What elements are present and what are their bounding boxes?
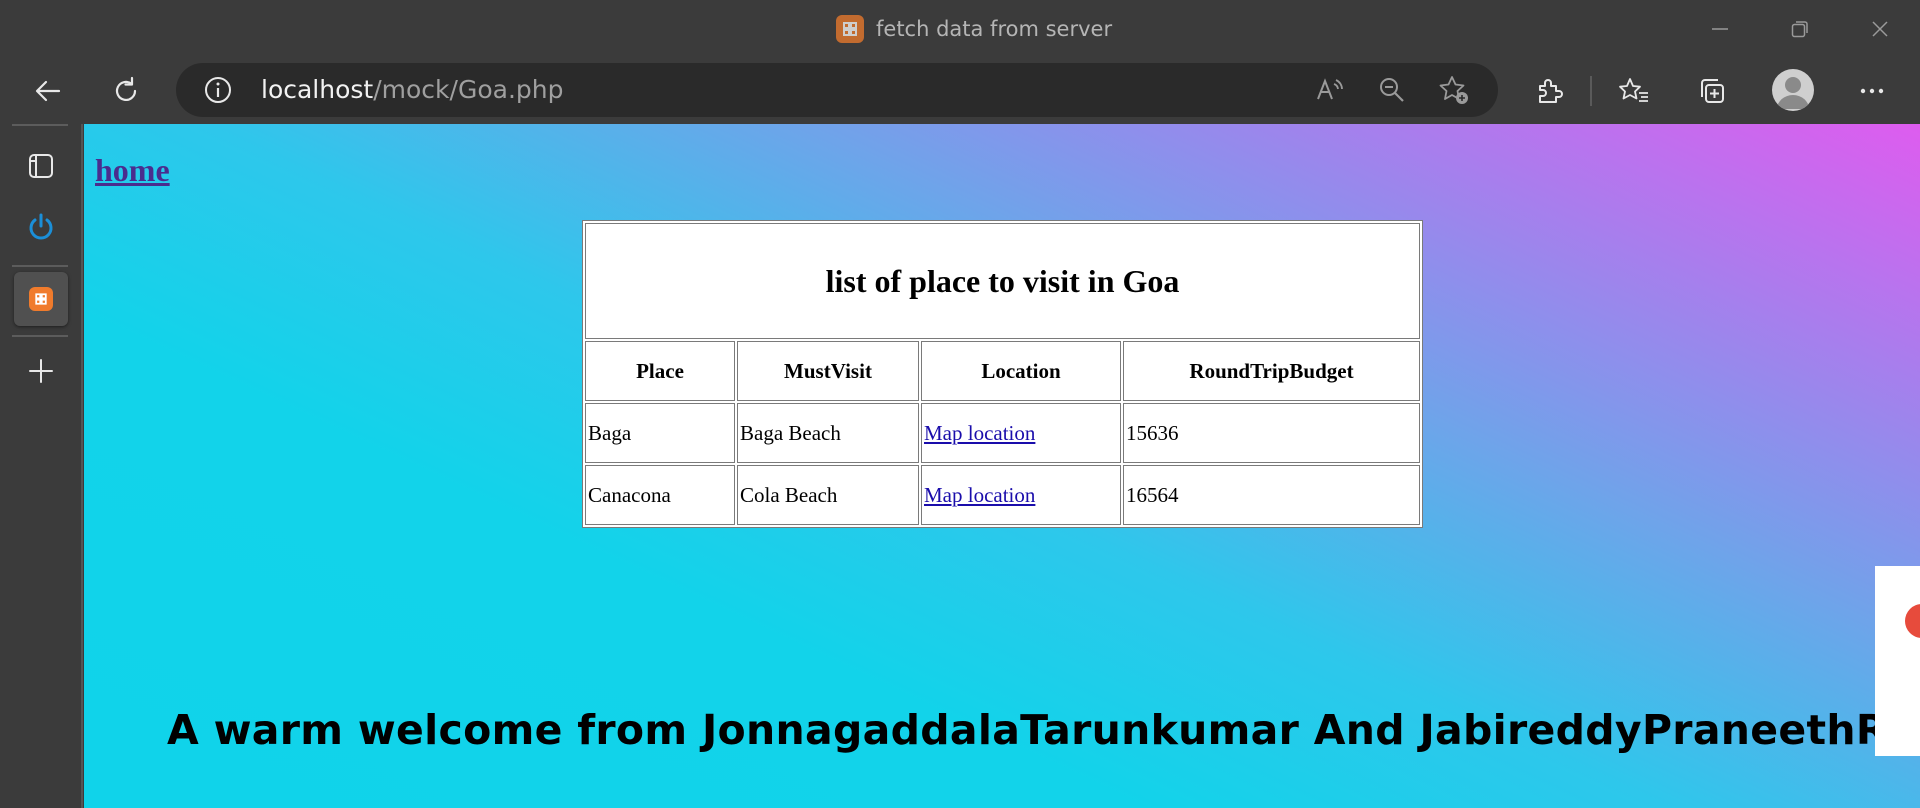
sidebar-divider	[12, 265, 68, 267]
back-button[interactable]	[26, 70, 70, 112]
back-arrow-icon	[35, 80, 61, 102]
zoom-out-icon	[1380, 78, 1404, 102]
collections-icon	[1701, 79, 1724, 103]
table-row: Canacona Cola Beach Map location 16564	[585, 465, 1420, 525]
cell-mustvisit: Baga Beach	[737, 403, 919, 463]
table-row: Baga Baga Beach Map location 15636	[585, 403, 1420, 463]
tab-actions-icon	[29, 154, 53, 178]
url-path: /mock/Goa.php	[373, 75, 564, 104]
address-bar[interactable]: localhost/mock/Goa.php	[176, 63, 1498, 117]
welcome-message: A warm welcome from JonnagaddalaTarunkum…	[167, 706, 1920, 754]
minimize-button[interactable]	[1702, 12, 1738, 46]
tab-power[interactable]	[16, 202, 66, 252]
sidebar-divider-2	[12, 335, 68, 337]
column-header-location: Location	[921, 341, 1121, 401]
url-text[interactable]: localhost/mock/Goa.php	[261, 75, 563, 104]
read-aloud-button[interactable]	[1312, 73, 1348, 107]
window-title-group: fetch data from server	[836, 14, 1112, 44]
cell-location: Map location	[921, 403, 1121, 463]
cell-budget: 15636	[1123, 403, 1420, 463]
tab-actions-button[interactable]	[16, 141, 66, 191]
map-location-link[interactable]: Map location	[924, 421, 1035, 445]
add-favorite-icon	[1439, 76, 1468, 104]
close-window-button[interactable]	[1862, 12, 1898, 46]
url-host: localhost	[261, 75, 374, 104]
floating-side-widget[interactable]	[1875, 566, 1920, 756]
extensions-icon	[1539, 79, 1563, 103]
table-header-row: Place MustVisit Location RoundTripBudget	[585, 341, 1420, 401]
extensions-button[interactable]	[1527, 70, 1571, 112]
favorites-icon	[1619, 78, 1648, 102]
vertical-tab-sidebar	[0, 124, 83, 808]
map-location-link[interactable]: Map location	[924, 483, 1035, 507]
add-favorite-button[interactable]	[1436, 73, 1472, 107]
power-icon	[29, 213, 53, 240]
read-aloud-icon	[1317, 78, 1343, 100]
info-icon	[205, 77, 231, 103]
more-options-button[interactable]	[1850, 70, 1894, 112]
favorites-button[interactable]	[1612, 70, 1656, 112]
sidebar-top-line	[12, 124, 68, 126]
column-header-roundtripbudget: RoundTripBudget	[1123, 341, 1420, 401]
cell-place: Canacona	[585, 465, 735, 525]
tab-active-xampp[interactable]	[14, 272, 68, 326]
refresh-icon	[115, 76, 137, 102]
cell-place: Baga	[585, 403, 735, 463]
xampp-app-icon	[836, 15, 864, 43]
home-link[interactable]: home	[95, 152, 170, 189]
window-title: fetch data from server	[876, 17, 1113, 41]
browser-toolbar: localhost/mock/Goa.php	[0, 58, 1920, 124]
new-tab-button[interactable]	[16, 346, 66, 396]
cell-location: Map location	[921, 465, 1121, 525]
column-header-place: Place	[585, 341, 735, 401]
profile-avatar[interactable]	[1772, 69, 1814, 111]
cell-mustvisit: Cola Beach	[737, 465, 919, 525]
xampp-tab-icon	[29, 287, 53, 311]
widget-logo-icon	[1905, 604, 1920, 638]
web-page: home list of place to visit in Goa Place…	[84, 124, 1920, 808]
cell-budget: 16564	[1123, 465, 1420, 525]
site-info-button[interactable]	[200, 73, 236, 107]
restore-button[interactable]	[1782, 12, 1818, 46]
collections-button[interactable]	[1690, 70, 1734, 112]
places-table: list of place to visit in Goa Place Must…	[582, 220, 1423, 528]
title-bar: fetch data from server	[0, 0, 1920, 58]
zoom-button[interactable]	[1374, 73, 1410, 107]
column-header-mustvisit: MustVisit	[737, 341, 919, 401]
toolbar-divider	[1590, 76, 1592, 106]
refresh-button[interactable]	[104, 70, 148, 112]
more-icon	[1860, 88, 1884, 94]
table-caption: list of place to visit in Goa	[585, 223, 1420, 339]
plus-icon	[29, 359, 53, 383]
